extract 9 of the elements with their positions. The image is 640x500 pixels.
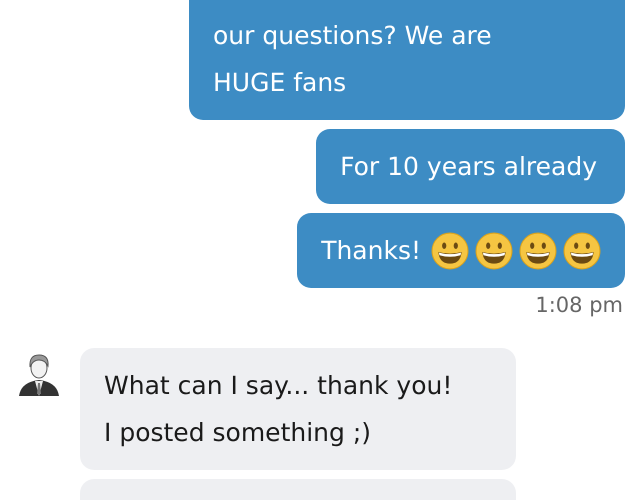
grinning-face-icon (475, 232, 513, 270)
grinning-face-icon (519, 232, 557, 270)
message-text: our questions? We are HUGE fans (213, 20, 492, 99)
message-time: 1:08 pm (534, 293, 624, 317)
message-text: What can I say... thank you! I posted something ;) (104, 370, 452, 449)
message-text: For 10 years already (340, 151, 597, 183)
grinning-face-icon (431, 232, 469, 270)
grinning-face-icon (563, 232, 601, 270)
message-text: Thanks! (321, 235, 421, 267)
